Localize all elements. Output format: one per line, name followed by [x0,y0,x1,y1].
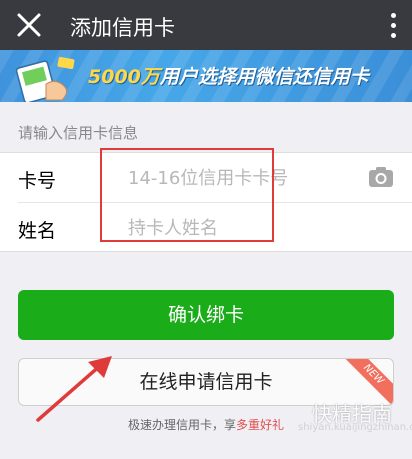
annotation-arrow-icon [36,356,112,422]
footer-note-text: 极速办理信用卡，享 [127,418,236,432]
card-number-label: 卡号 [18,170,57,192]
promo-number: 5000万 [88,66,160,88]
gift-link[interactable]: 多重好礼 [236,418,284,432]
close-icon [17,13,41,37]
title-bar: 添加信用卡 [0,0,412,50]
phone-hand-illustration-icon [15,57,75,102]
more-button[interactable] [390,13,396,39]
promo-text: 5000万用户选择用微信还信用卡 [88,62,369,89]
more-vertical-icon [390,13,396,38]
watermark-url: shiyan.kuaijingzhinan.com [298,422,412,433]
page-title: 添加信用卡 [70,16,175,40]
name-label: 姓名 [18,220,57,242]
promo-banner[interactable]: 5000万用户选择用微信还信用卡 [0,50,412,102]
confirm-bind-card-button[interactable]: 确认绑卡 [18,290,394,340]
watermark: 快精指南 shiyan.kuaijingzhinan.com [292,398,412,438]
section-label: 请输入信用卡信息 [18,124,139,142]
apply-credit-card-label: 在线申请信用卡 [139,371,273,393]
promo-caption: 用户选择用微信还信用卡 [159,66,369,88]
camera-icon[interactable] [368,166,394,188]
annotation-highlight-box [100,148,274,242]
close-button[interactable] [10,6,48,44]
